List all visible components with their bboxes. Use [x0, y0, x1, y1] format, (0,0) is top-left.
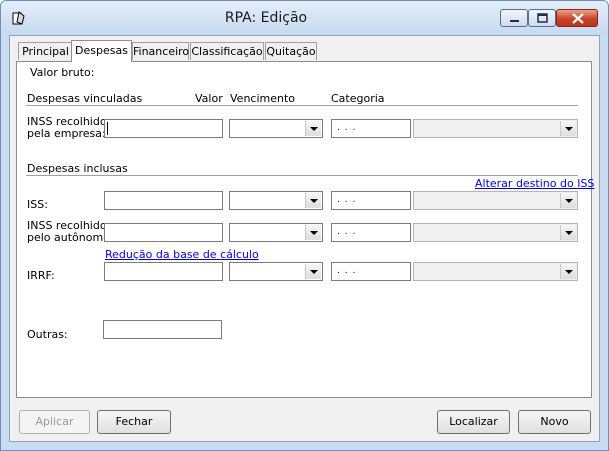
tab-principal[interactable]: Principal [18, 42, 73, 60]
iss-categoria-select[interactable] [413, 191, 578, 210]
tab-quitacao[interactable]: Quitação [265, 42, 317, 60]
window-title: RPA: Edição [224, 10, 308, 26]
irrf-categoria-code[interactable]: . . . [331, 262, 411, 281]
col-vencimento-header: Vencimento [230, 92, 296, 105]
iss-label: ISS: [27, 198, 48, 211]
maximize-button[interactable] [528, 9, 556, 27]
inss-autonomo-categoria-select[interactable] [413, 223, 578, 242]
inss-autonomo-vencimento-select[interactable] [229, 223, 323, 242]
separator-vinculadas [26, 105, 578, 106]
iss-categoria-code[interactable]: . . . [331, 191, 411, 210]
fechar-button[interactable]: Fechar [97, 410, 171, 434]
close-button[interactable] [556, 9, 598, 27]
inss-empresa-valor-input[interactable] [104, 119, 223, 138]
aplicar-button[interactable]: Aplicar [19, 410, 90, 434]
minimize-button[interactable] [500, 9, 528, 27]
maximize-icon [537, 13, 548, 23]
alterar-destino-iss-link[interactable]: Alterar destino do ISS [475, 177, 594, 190]
tab-classificacao[interactable]: Classificação [190, 42, 264, 60]
reducao-base-calculo-link[interactable]: Redução da base de cálculo [105, 248, 259, 261]
col-valor-header: Valor [195, 92, 223, 105]
irrf-label: IRRF: [27, 269, 55, 282]
iss-vencimento-select[interactable] [229, 191, 323, 210]
irrf-vencimento-select[interactable] [229, 262, 323, 281]
valor-bruto-label: Valor bruto: [30, 66, 95, 79]
outras-valor-input[interactable] [103, 320, 222, 339]
chevron-down-icon[interactable] [560, 264, 576, 279]
tab-financeiro[interactable]: Financeiro [132, 42, 189, 60]
iss-valor-input[interactable] [104, 191, 223, 210]
chevron-down-icon[interactable] [305, 121, 321, 136]
chevron-down-icon[interactable] [560, 225, 576, 240]
chevron-down-icon[interactable] [560, 121, 576, 136]
chevron-down-icon[interactable] [560, 193, 576, 208]
title-bar[interactable]: RPA: Edição [1, 1, 608, 35]
inss-autonomo-valor-input[interactable] [104, 223, 223, 242]
despesas-inclusas-header: Despesas inclusas [27, 162, 128, 175]
close-icon [572, 13, 584, 24]
separator-inclusas [26, 175, 578, 176]
text-caret [107, 122, 108, 135]
chevron-down-icon[interactable] [305, 264, 321, 279]
tab-despesas[interactable]: Despesas [71, 40, 132, 62]
irrf-categoria-select[interactable] [413, 262, 578, 281]
irrf-valor-input[interactable] [104, 262, 223, 281]
inss-empresa-categoria-code[interactable]: . . . [331, 119, 411, 138]
outras-label: Outras: [27, 328, 68, 341]
minimize-icon [510, 20, 519, 22]
inss-empresa-label-line2: pela empresa: [27, 127, 106, 140]
inss-empresa-vencimento-select[interactable] [229, 119, 323, 138]
novo-button[interactable]: Novo [518, 410, 591, 434]
inss-empresa-categoria-select[interactable] [413, 119, 578, 138]
chevron-down-icon[interactable] [305, 193, 321, 208]
inss-autonomo-categoria-code[interactable]: . . . [331, 223, 411, 242]
inss-autonomo-label-line2: pelo autônomo: [27, 231, 114, 244]
col-categoria-header: Categoria [331, 92, 385, 105]
chevron-down-icon[interactable] [305, 225, 321, 240]
localizar-button[interactable]: Localizar [437, 410, 510, 434]
despesas-vinculadas-header: Despesas vinculadas [27, 92, 143, 105]
